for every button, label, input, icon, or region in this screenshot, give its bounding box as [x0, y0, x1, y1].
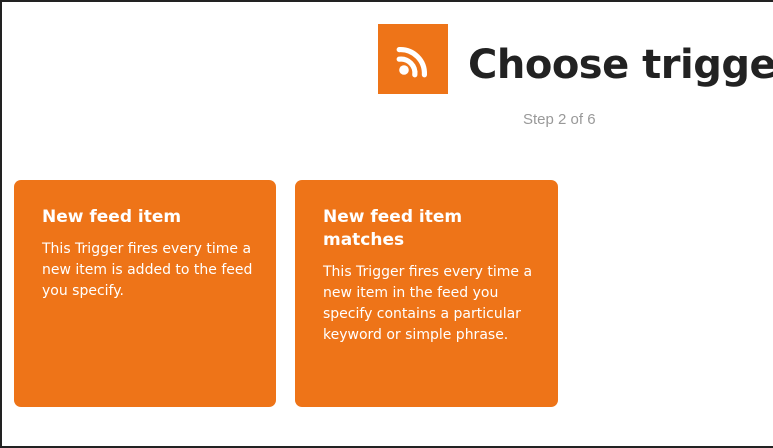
page-title: Choose trigger: [468, 42, 773, 88]
step-indicator: Step 2 of 6: [523, 111, 596, 128]
page-frame: Choose trigger Step 2 of 6 New feed item…: [0, 0, 773, 448]
trigger-card-new-feed-item-matches[interactable]: New feed item matches This Trigger fires…: [295, 180, 558, 407]
trigger-card-title: New feed item matches: [323, 207, 463, 250]
trigger-card-description: This Trigger fires every time a new item…: [323, 264, 533, 343]
trigger-card-description: This Trigger fires every time a new item…: [42, 241, 253, 299]
rss-feed-icon: [378, 24, 448, 94]
trigger-card-title: New feed item: [42, 207, 182, 227]
trigger-card-new-feed-item[interactable]: New feed item This Trigger fires every t…: [14, 180, 276, 407]
